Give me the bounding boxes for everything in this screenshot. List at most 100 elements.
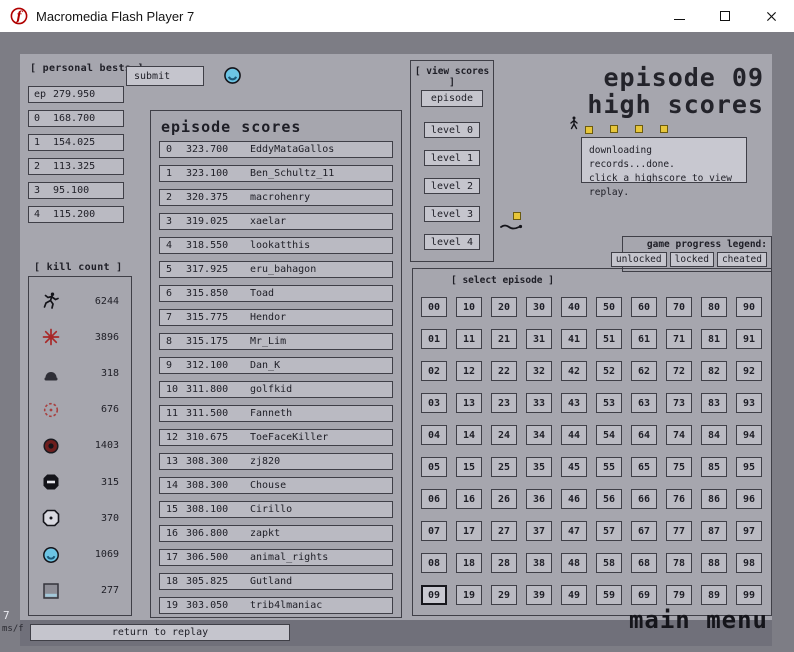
episode-cell-47[interactable]: 47 (561, 521, 587, 541)
episode-cell-33[interactable]: 33 (526, 393, 552, 413)
episode-cell-93[interactable]: 93 (736, 393, 762, 413)
episode-cell-58[interactable]: 58 (596, 553, 622, 573)
episode-cell-00[interactable]: 00 (421, 297, 447, 317)
return-to-replay-button[interactable]: return to replay (30, 624, 290, 641)
episode-cell-19[interactable]: 19 (456, 585, 482, 605)
episode-cell-80[interactable]: 80 (701, 297, 727, 317)
highscore-row[interactable]: 12310.675ToeFaceKiller (159, 429, 393, 446)
view-scores-episode-button[interactable]: episode (421, 90, 483, 107)
episode-cell-69[interactable]: 69 (631, 585, 657, 605)
episode-cell-49[interactable]: 49 (561, 585, 587, 605)
episode-cell-54[interactable]: 54 (596, 425, 622, 445)
highscore-row[interactable]: 18305.825Gutland (159, 573, 393, 590)
episode-cell-30[interactable]: 30 (526, 297, 552, 317)
episode-cell-42[interactable]: 42 (561, 361, 587, 381)
episode-cell-76[interactable]: 76 (666, 489, 692, 509)
episode-cell-52[interactable]: 52 (596, 361, 622, 381)
highscore-row[interactable]: 10311.800golfkid (159, 381, 393, 398)
episode-cell-74[interactable]: 74 (666, 425, 692, 445)
highscore-row[interactable]: 11311.500Fanneth (159, 405, 393, 422)
episode-cell-92[interactable]: 92 (736, 361, 762, 381)
highscore-row[interactable]: 2320.375macrohenry (159, 189, 393, 206)
highscore-row[interactable]: 0323.700EddyMataGallos (159, 141, 393, 158)
episode-cell-35[interactable]: 35 (526, 457, 552, 477)
episode-cell-20[interactable]: 20 (491, 297, 517, 317)
episode-cell-55[interactable]: 55 (596, 457, 622, 477)
episode-cell-61[interactable]: 61 (631, 329, 657, 349)
highscore-row[interactable]: 1323.100Ben_Schultz_11 (159, 165, 393, 182)
episode-cell-56[interactable]: 56 (596, 489, 622, 509)
highscore-row[interactable]: 15308.100Cirillo (159, 501, 393, 518)
episode-cell-34[interactable]: 34 (526, 425, 552, 445)
episode-cell-32[interactable]: 32 (526, 361, 552, 381)
episode-cell-21[interactable]: 21 (491, 329, 517, 349)
episode-cell-46[interactable]: 46 (561, 489, 587, 509)
episode-cell-14[interactable]: 14 (456, 425, 482, 445)
minimize-button[interactable] (656, 0, 702, 32)
episode-cell-26[interactable]: 26 (491, 489, 517, 509)
episode-cell-65[interactable]: 65 (631, 457, 657, 477)
episode-cell-53[interactable]: 53 (596, 393, 622, 413)
episode-cell-79[interactable]: 79 (666, 585, 692, 605)
view-scores-level-4-button[interactable]: level 4 (424, 234, 480, 250)
highscore-row[interactable]: 17306.500animal_rights (159, 549, 393, 566)
episode-cell-03[interactable]: 03 (421, 393, 447, 413)
episode-cell-08[interactable]: 08 (421, 553, 447, 573)
episode-cell-90[interactable]: 90 (736, 297, 762, 317)
highscore-row[interactable]: 14308.300Chouse (159, 477, 393, 494)
highscore-row[interactable]: 13308.300zj820 (159, 453, 393, 470)
episode-cell-40[interactable]: 40 (561, 297, 587, 317)
episode-cell-31[interactable]: 31 (526, 329, 552, 349)
episode-cell-13[interactable]: 13 (456, 393, 482, 413)
episode-cell-09[interactable]: 09 (421, 585, 447, 605)
episode-cell-12[interactable]: 12 (456, 361, 482, 381)
episode-cell-24[interactable]: 24 (491, 425, 517, 445)
highscore-row[interactable]: 6315.850Toad (159, 285, 393, 302)
episode-cell-70[interactable]: 70 (666, 297, 692, 317)
episode-cell-05[interactable]: 05 (421, 457, 447, 477)
episode-cell-88[interactable]: 88 (701, 553, 727, 573)
episode-cell-23[interactable]: 23 (491, 393, 517, 413)
episode-cell-41[interactable]: 41 (561, 329, 587, 349)
episode-cell-36[interactable]: 36 (526, 489, 552, 509)
episode-cell-85[interactable]: 85 (701, 457, 727, 477)
episode-cell-96[interactable]: 96 (736, 489, 762, 509)
main-menu-link[interactable]: main menu (629, 606, 768, 634)
episode-cell-04[interactable]: 04 (421, 425, 447, 445)
episode-cell-95[interactable]: 95 (736, 457, 762, 477)
episode-cell-27[interactable]: 27 (491, 521, 517, 541)
episode-cell-25[interactable]: 25 (491, 457, 517, 477)
episode-cell-10[interactable]: 10 (456, 297, 482, 317)
episode-cell-86[interactable]: 86 (701, 489, 727, 509)
episode-cell-51[interactable]: 51 (596, 329, 622, 349)
episode-cell-66[interactable]: 66 (631, 489, 657, 509)
episode-cell-59[interactable]: 59 (596, 585, 622, 605)
highscore-row[interactable]: 16306.800zapkt (159, 525, 393, 542)
highscore-row[interactable]: 7315.775Hendor (159, 309, 393, 326)
episode-cell-78[interactable]: 78 (666, 553, 692, 573)
episode-cell-39[interactable]: 39 (526, 585, 552, 605)
highscore-row[interactable]: 3319.025xaelar (159, 213, 393, 230)
episode-cell-89[interactable]: 89 (701, 585, 727, 605)
episode-cell-02[interactable]: 02 (421, 361, 447, 381)
episode-cell-72[interactable]: 72 (666, 361, 692, 381)
episode-cell-07[interactable]: 07 (421, 521, 447, 541)
episode-cell-01[interactable]: 01 (421, 329, 447, 349)
maximize-button[interactable] (702, 0, 748, 32)
highscore-row[interactable]: 8315.175Mr_Lim (159, 333, 393, 350)
episode-cell-37[interactable]: 37 (526, 521, 552, 541)
view-scores-level-1-button[interactable]: level 1 (424, 150, 480, 166)
episode-cell-57[interactable]: 57 (596, 521, 622, 541)
view-scores-level-2-button[interactable]: level 2 (424, 178, 480, 194)
episode-cell-29[interactable]: 29 (491, 585, 517, 605)
episode-cell-84[interactable]: 84 (701, 425, 727, 445)
episode-cell-22[interactable]: 22 (491, 361, 517, 381)
episode-cell-11[interactable]: 11 (456, 329, 482, 349)
episode-cell-99[interactable]: 99 (736, 585, 762, 605)
episode-cell-87[interactable]: 87 (701, 521, 727, 541)
episode-cell-38[interactable]: 38 (526, 553, 552, 573)
view-scores-level-3-button[interactable]: level 3 (424, 206, 480, 222)
episode-cell-67[interactable]: 67 (631, 521, 657, 541)
episode-cell-06[interactable]: 06 (421, 489, 447, 509)
episode-cell-17[interactable]: 17 (456, 521, 482, 541)
